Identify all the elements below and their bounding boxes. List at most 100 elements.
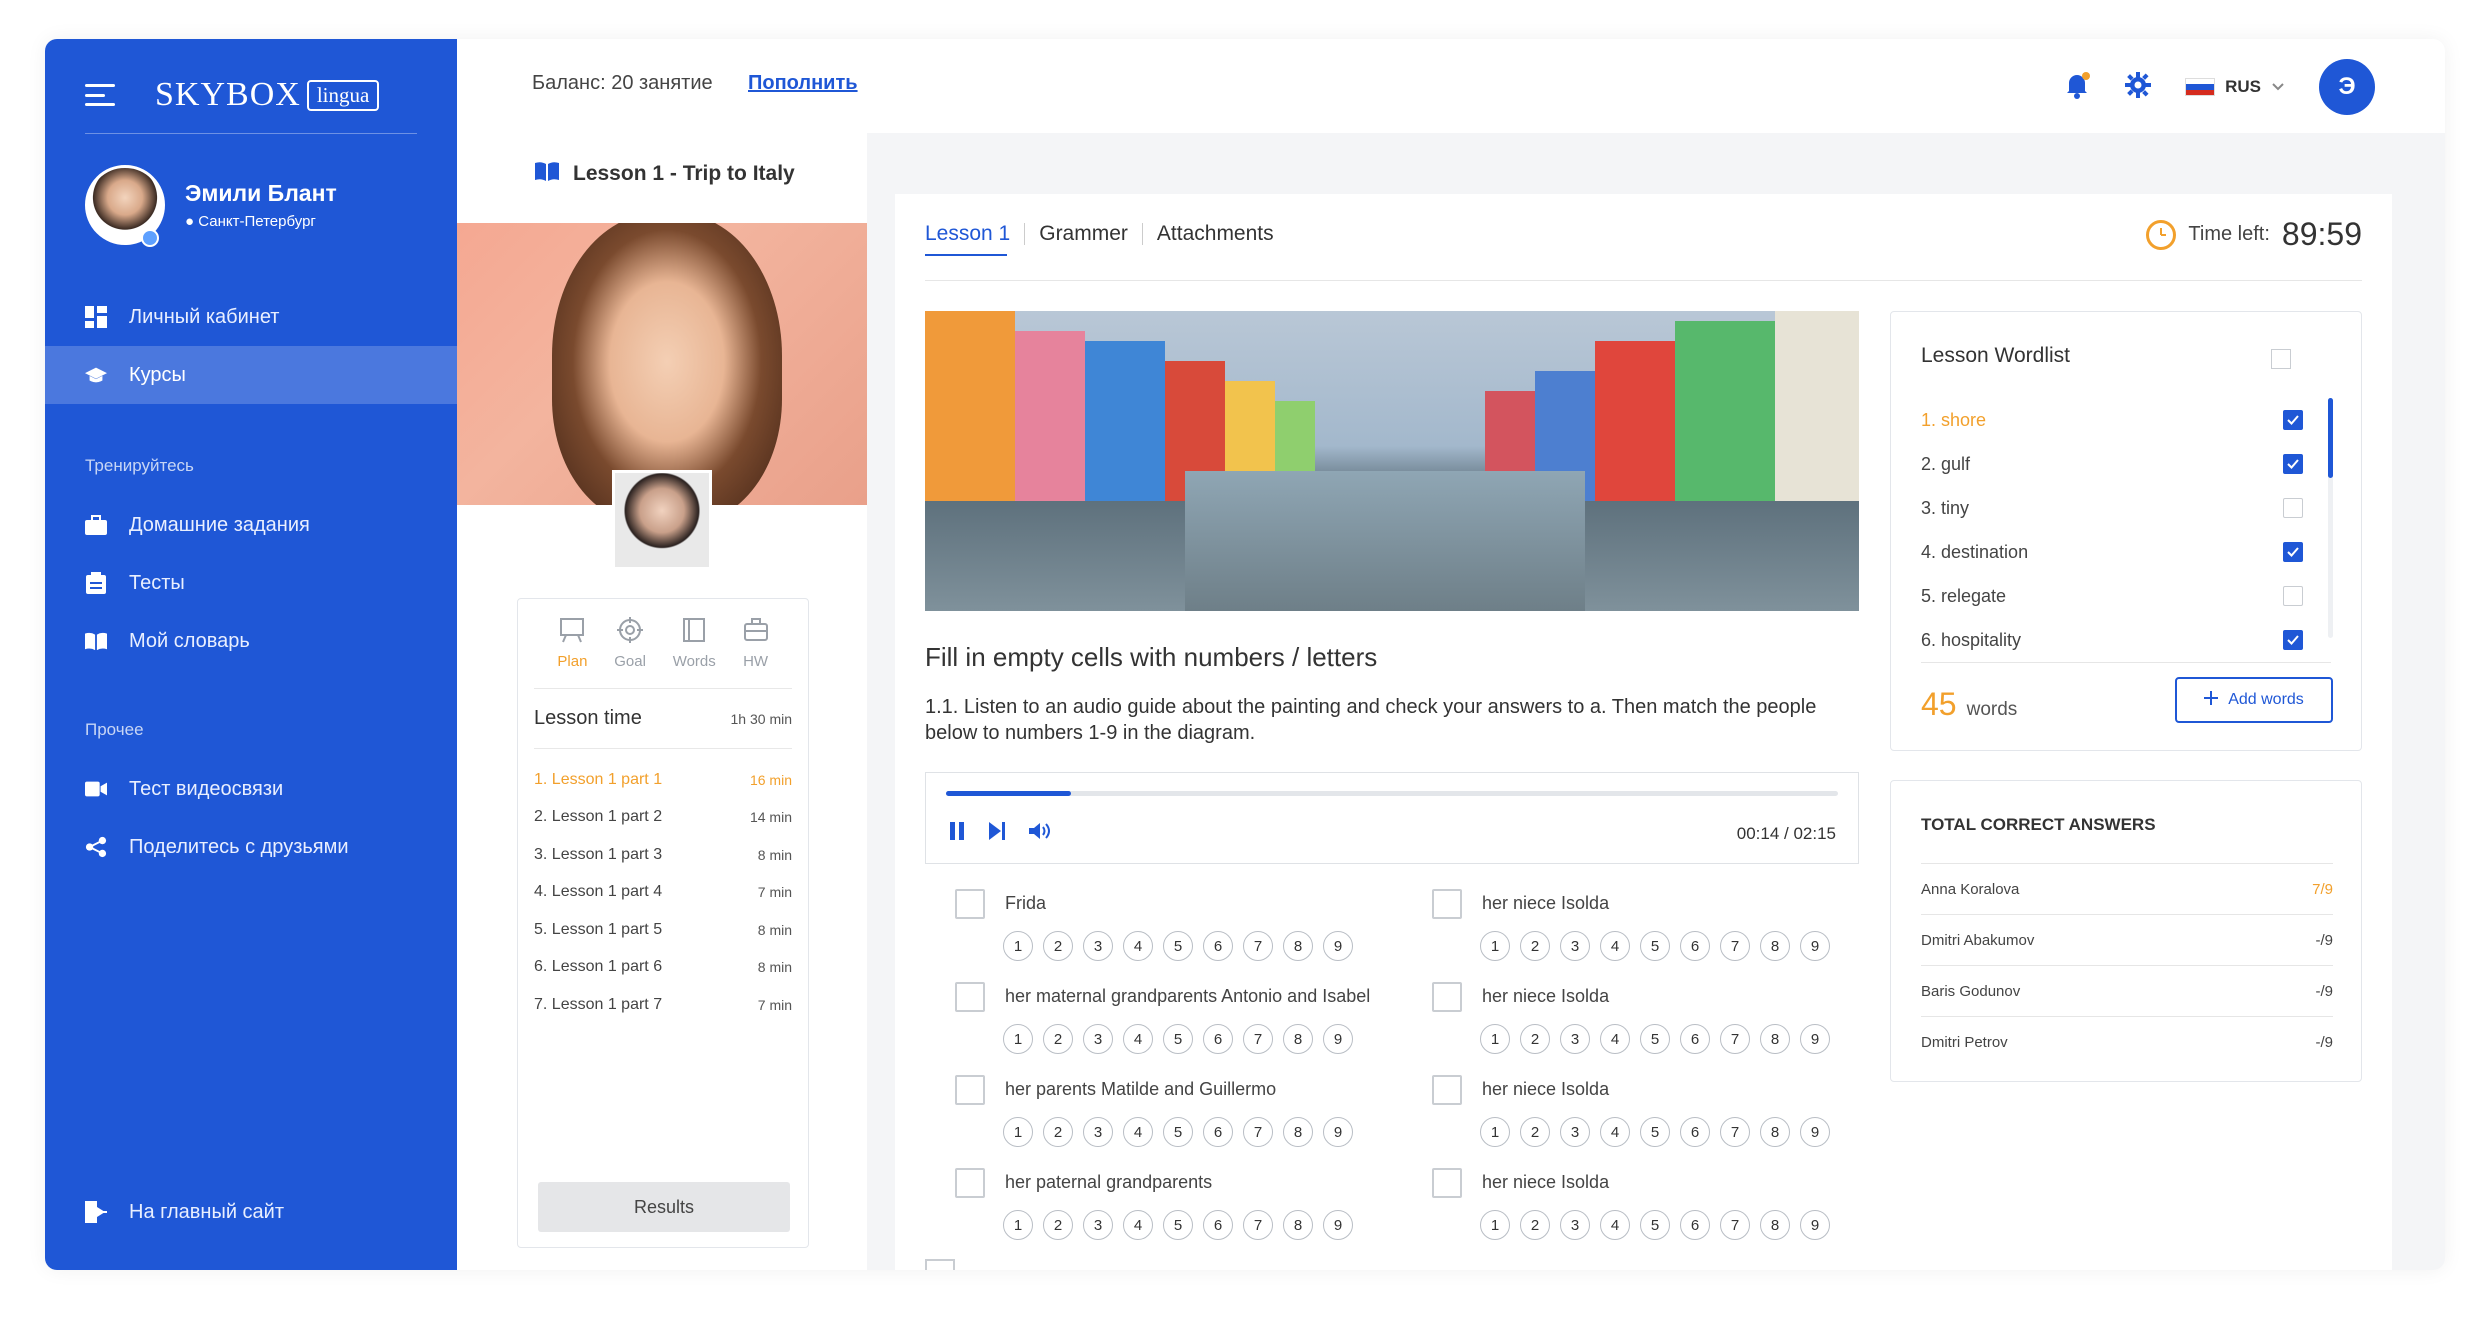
word-checkbox[interactable] bbox=[2283, 498, 2303, 518]
volume-icon[interactable] bbox=[1028, 821, 1052, 846]
number-option[interactable]: 5 bbox=[1640, 1117, 1670, 1147]
number-option[interactable]: 6 bbox=[1680, 1117, 1710, 1147]
bell-icon[interactable] bbox=[2063, 71, 2091, 104]
list-item[interactable]: 3. Lesson 1 part 3 8 min bbox=[534, 836, 792, 874]
number-option[interactable]: 3 bbox=[1083, 1024, 1113, 1054]
answer-checkbox[interactable] bbox=[1432, 982, 1462, 1012]
answer-checkbox[interactable] bbox=[1432, 1168, 1462, 1198]
answer-checkbox[interactable] bbox=[925, 1259, 955, 1270]
number-option[interactable]: 7 bbox=[1243, 1024, 1273, 1054]
number-option[interactable]: 6 bbox=[1203, 931, 1233, 961]
number-option[interactable]: 6 bbox=[1203, 1024, 1233, 1054]
number-option[interactable]: 3 bbox=[1560, 1210, 1590, 1240]
nav-item-main-site[interactable]: На главный сайт bbox=[45, 1183, 457, 1241]
number-option[interactable]: 6 bbox=[1203, 1117, 1233, 1147]
nav-item-courses[interactable]: Курсы bbox=[45, 346, 457, 404]
number-option[interactable]: 7 bbox=[1720, 931, 1750, 961]
tab-hw[interactable]: HW bbox=[743, 617, 769, 688]
number-option[interactable]: 8 bbox=[1760, 1117, 1790, 1147]
wordlist-item[interactable]: 3. tiny bbox=[1921, 486, 2303, 530]
language-select[interactable]: RUS bbox=[2185, 77, 2285, 97]
number-option[interactable]: 8 bbox=[1760, 931, 1790, 961]
number-option[interactable]: 6 bbox=[1680, 1024, 1710, 1054]
number-option[interactable]: 9 bbox=[1800, 1117, 1830, 1147]
wordlist-item[interactable]: 6. hospitality bbox=[1921, 618, 2303, 662]
number-option[interactable]: 9 bbox=[1323, 1024, 1353, 1054]
pause-icon[interactable] bbox=[948, 821, 966, 846]
number-option[interactable]: 8 bbox=[1283, 1024, 1313, 1054]
number-option[interactable]: 1 bbox=[1480, 1117, 1510, 1147]
brand-logo[interactable]: SKYBOX bbox=[155, 76, 301, 114]
user-profile[interactable]: Эмили Блант ● Санкт-Петербург bbox=[85, 165, 337, 245]
number-option[interactable]: 2 bbox=[1520, 931, 1550, 961]
number-option[interactable]: 5 bbox=[1163, 931, 1193, 961]
student-thumbnail[interactable] bbox=[612, 470, 712, 570]
number-option[interactable]: 9 bbox=[1800, 931, 1830, 961]
number-option[interactable]: 4 bbox=[1600, 1024, 1630, 1054]
tab-grammer[interactable]: Grammer bbox=[1025, 222, 1142, 246]
wordlist-item[interactable]: 4. destination bbox=[1921, 530, 2303, 574]
number-option[interactable]: 4 bbox=[1600, 1210, 1630, 1240]
number-option[interactable]: 6 bbox=[1203, 1210, 1233, 1240]
number-option[interactable]: 1 bbox=[1480, 1210, 1510, 1240]
number-option[interactable]: 5 bbox=[1163, 1117, 1193, 1147]
answer-checkbox[interactable] bbox=[1432, 1075, 1462, 1105]
number-option[interactable]: 1 bbox=[1480, 931, 1510, 961]
list-item[interactable]: 5. Lesson 1 part 5 8 min bbox=[534, 911, 792, 949]
number-option[interactable]: 7 bbox=[1243, 1210, 1273, 1240]
nav-item-homework[interactable]: Домашние задания bbox=[45, 496, 457, 554]
number-option[interactable]: 2 bbox=[1043, 1210, 1073, 1240]
number-option[interactable]: 9 bbox=[1800, 1210, 1830, 1240]
word-checkbox[interactable] bbox=[2283, 542, 2303, 562]
number-option[interactable]: 5 bbox=[1163, 1210, 1193, 1240]
user-menu-button[interactable]: Э bbox=[2319, 59, 2375, 115]
menu-icon[interactable] bbox=[85, 84, 115, 106]
number-option[interactable]: 3 bbox=[1083, 1117, 1113, 1147]
answer-checkbox[interactable] bbox=[1432, 889, 1462, 919]
results-button[interactable]: Results bbox=[538, 1182, 790, 1232]
number-option[interactable]: 1 bbox=[1003, 1210, 1033, 1240]
number-option[interactable]: 1 bbox=[1003, 1117, 1033, 1147]
tab-plan[interactable]: Plan bbox=[557, 617, 587, 688]
audio-progress[interactable] bbox=[946, 791, 1838, 796]
list-item[interactable]: 7. Lesson 1 part 7 7 min bbox=[534, 986, 792, 1024]
number-option[interactable]: 8 bbox=[1283, 1117, 1313, 1147]
number-option[interactable]: 3 bbox=[1560, 1024, 1590, 1054]
number-option[interactable]: 4 bbox=[1600, 931, 1630, 961]
tab-words[interactable]: Words bbox=[673, 617, 716, 688]
number-option[interactable]: 5 bbox=[1640, 1024, 1670, 1054]
topup-link[interactable]: Пополнить bbox=[748, 72, 858, 95]
number-option[interactable]: 5 bbox=[1163, 1024, 1193, 1054]
list-item[interactable]: 2. Lesson 1 part 2 14 min bbox=[534, 799, 792, 837]
number-option[interactable]: 2 bbox=[1520, 1024, 1550, 1054]
number-option[interactable]: 9 bbox=[1800, 1024, 1830, 1054]
add-words-button[interactable]: Add words bbox=[2175, 677, 2333, 723]
nav-item-dictionary[interactable]: Мой словарь bbox=[45, 612, 457, 670]
answer-checkbox[interactable] bbox=[955, 982, 985, 1012]
number-option[interactable]: 6 bbox=[1680, 931, 1710, 961]
number-option[interactable]: 2 bbox=[1043, 1024, 1073, 1054]
number-option[interactable]: 3 bbox=[1560, 1117, 1590, 1147]
wordlist-item[interactable]: 1. shore bbox=[1921, 398, 2303, 442]
number-option[interactable]: 3 bbox=[1083, 1210, 1113, 1240]
number-option[interactable]: 1 bbox=[1480, 1024, 1510, 1054]
number-option[interactable]: 9 bbox=[1323, 1117, 1353, 1147]
number-option[interactable]: 2 bbox=[1043, 931, 1073, 961]
number-option[interactable]: 3 bbox=[1083, 931, 1113, 961]
word-checkbox[interactable] bbox=[2283, 630, 2303, 650]
number-option[interactable]: 4 bbox=[1123, 1117, 1153, 1147]
number-option[interactable]: 7 bbox=[1720, 1117, 1750, 1147]
nav-item-tests[interactable]: Тесты bbox=[45, 554, 457, 612]
number-option[interactable]: 9 bbox=[1323, 931, 1353, 961]
number-option[interactable]: 8 bbox=[1760, 1024, 1790, 1054]
wordlist-item[interactable]: 2. gulf bbox=[1921, 442, 2303, 486]
number-option[interactable]: 6 bbox=[1680, 1210, 1710, 1240]
tab-attachments[interactable]: Attachments bbox=[1143, 222, 1288, 246]
number-option[interactable]: 9 bbox=[1323, 1210, 1353, 1240]
word-checkbox[interactable] bbox=[2283, 454, 2303, 474]
answer-checkbox[interactable] bbox=[955, 1075, 985, 1105]
number-option[interactable]: 8 bbox=[1283, 931, 1313, 961]
scrollbar-thumb[interactable] bbox=[2328, 398, 2333, 478]
number-option[interactable]: 8 bbox=[1760, 1210, 1790, 1240]
number-option[interactable]: 8 bbox=[1283, 1210, 1313, 1240]
